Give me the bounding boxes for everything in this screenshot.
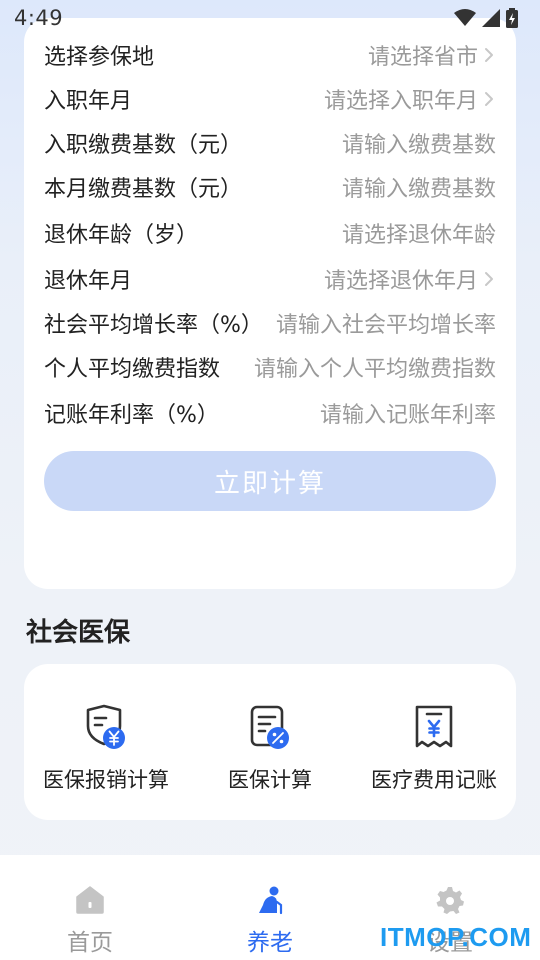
gear-icon [436,887,464,914]
nav-item-home[interactable]: 首页 [0,855,180,960]
form-input[interactable]: 请输入个人平均缴费指数 [220,351,496,383]
form-row-avg-contribution-index[interactable]: 个人平均缴费指数 请输入个人平均缴费指数 [44,345,496,389]
form-label: 个人平均缴费指数 [44,357,221,382]
chevron-right-icon [485,92,493,106]
form-row-entry-base[interactable]: 入职缴费基数（元） 请输入缴费基数 [44,121,496,165]
nav-label-pension: 养老 [247,930,293,956]
form-label: 入职缴费基数（元） [44,133,243,158]
form-label: 入职年月 [44,89,133,114]
form-placeholder: 请选择入职年月 [323,89,478,114]
tool-label: 医保计算 [228,768,312,792]
tool-medical-insurance-calc[interactable]: 医保计算 [188,664,352,820]
section-title-medical: 社会医保 [26,618,131,648]
form-label: 本月缴费基数（元） [44,177,243,202]
form-row-insured-location[interactable]: 选择参保地 请选择省市 [44,33,496,77]
form-input[interactable]: 请输入缴费基数 [242,171,496,203]
form-placeholder: 请输入社会平均增长率 [275,313,496,338]
status-bar: 4:49 [0,0,540,36]
chevron-right-icon [485,48,493,62]
form-placeholder: 请选择省市 [367,45,478,70]
wifi-icon [454,9,476,26]
receipt-yuan-icon [415,705,453,748]
pension-calculator-card: 选择参保地 请选择省市 入职年月 请选择入职年月 入职缴费基数（元） 请输入缴费基数 本月缴… [24,18,516,589]
medical-tools-card: 医保报销计算 医保计算 医疗费用记账 [24,664,516,820]
form-input[interactable]: 请输入记账年利率 [219,397,496,429]
form-picker[interactable]: 请选择退休年月 [132,263,496,295]
tool-medical-expense-ledger[interactable]: 医疗费用记账 [352,664,516,820]
form-picker[interactable]: 请选择省市 [154,39,496,71]
form-placeholder: 请输入记账年利率 [319,403,496,428]
form-placeholder: 请输入缴费基数 [341,177,496,202]
form-label: 退休年龄（岁） [44,223,199,248]
chevron-right-icon [485,272,493,286]
form-row-retire-date[interactable]: 退休年月 请选择退休年月 [44,257,496,301]
battery-icon [506,8,518,28]
document-percent-icon [250,705,289,749]
form-label: 选择参保地 [44,45,155,70]
form-input[interactable]: 请输入缴费基数 [242,127,496,159]
form-placeholder: 请选择退休年月 [323,269,478,294]
form-row-monthly-base[interactable]: 本月缴费基数（元） 请输入缴费基数 [44,165,496,209]
form-row-avg-growth-rate[interactable]: 社会平均增长率（%） 请输入社会平均增长率 [44,301,496,345]
status-time: 4:49 [14,6,64,30]
form-row-annual-interest-rate[interactable]: 记账年利率（%） 请输入记账年利率 [44,391,496,435]
form-input[interactable]: 请输入社会平均增长率 [263,307,496,339]
form-placeholder: 请输入个人平均缴费指数 [253,357,496,382]
form-label: 社会平均增长率（%） [44,313,263,338]
cellular-signal-icon [482,9,500,27]
form-label: 退休年月 [44,269,133,294]
home-icon [76,886,104,914]
nav-label-home: 首页 [67,930,113,956]
status-icons [454,8,518,28]
form-picker[interactable]: 请选择入职年月 [132,83,496,115]
nav-item-pension[interactable]: 养老 [180,855,360,960]
form-row-retire-age[interactable]: 退休年龄（岁） 请选择退休年龄 [44,211,496,255]
tool-medical-reimbursement[interactable]: 医保报销计算 [24,664,188,820]
watermark-logo: ITMOP.COM [380,922,532,952]
form-input[interactable]: 请选择退休年龄 [198,217,496,249]
form-placeholder: 请输入缴费基数 [341,133,496,158]
calculate-button[interactable]: 立即计算 [44,451,496,511]
shield-yuan-icon [86,704,125,749]
form-placeholder: 请选择退休年龄 [341,223,496,248]
form-label: 记账年利率（%） [44,403,219,428]
form-row-entry-date[interactable]: 入职年月 请选择入职年月 [44,77,496,121]
elder-person-icon [259,886,283,915]
tool-label: 医保报销计算 [43,768,169,792]
tool-label: 医疗费用记账 [371,768,497,792]
